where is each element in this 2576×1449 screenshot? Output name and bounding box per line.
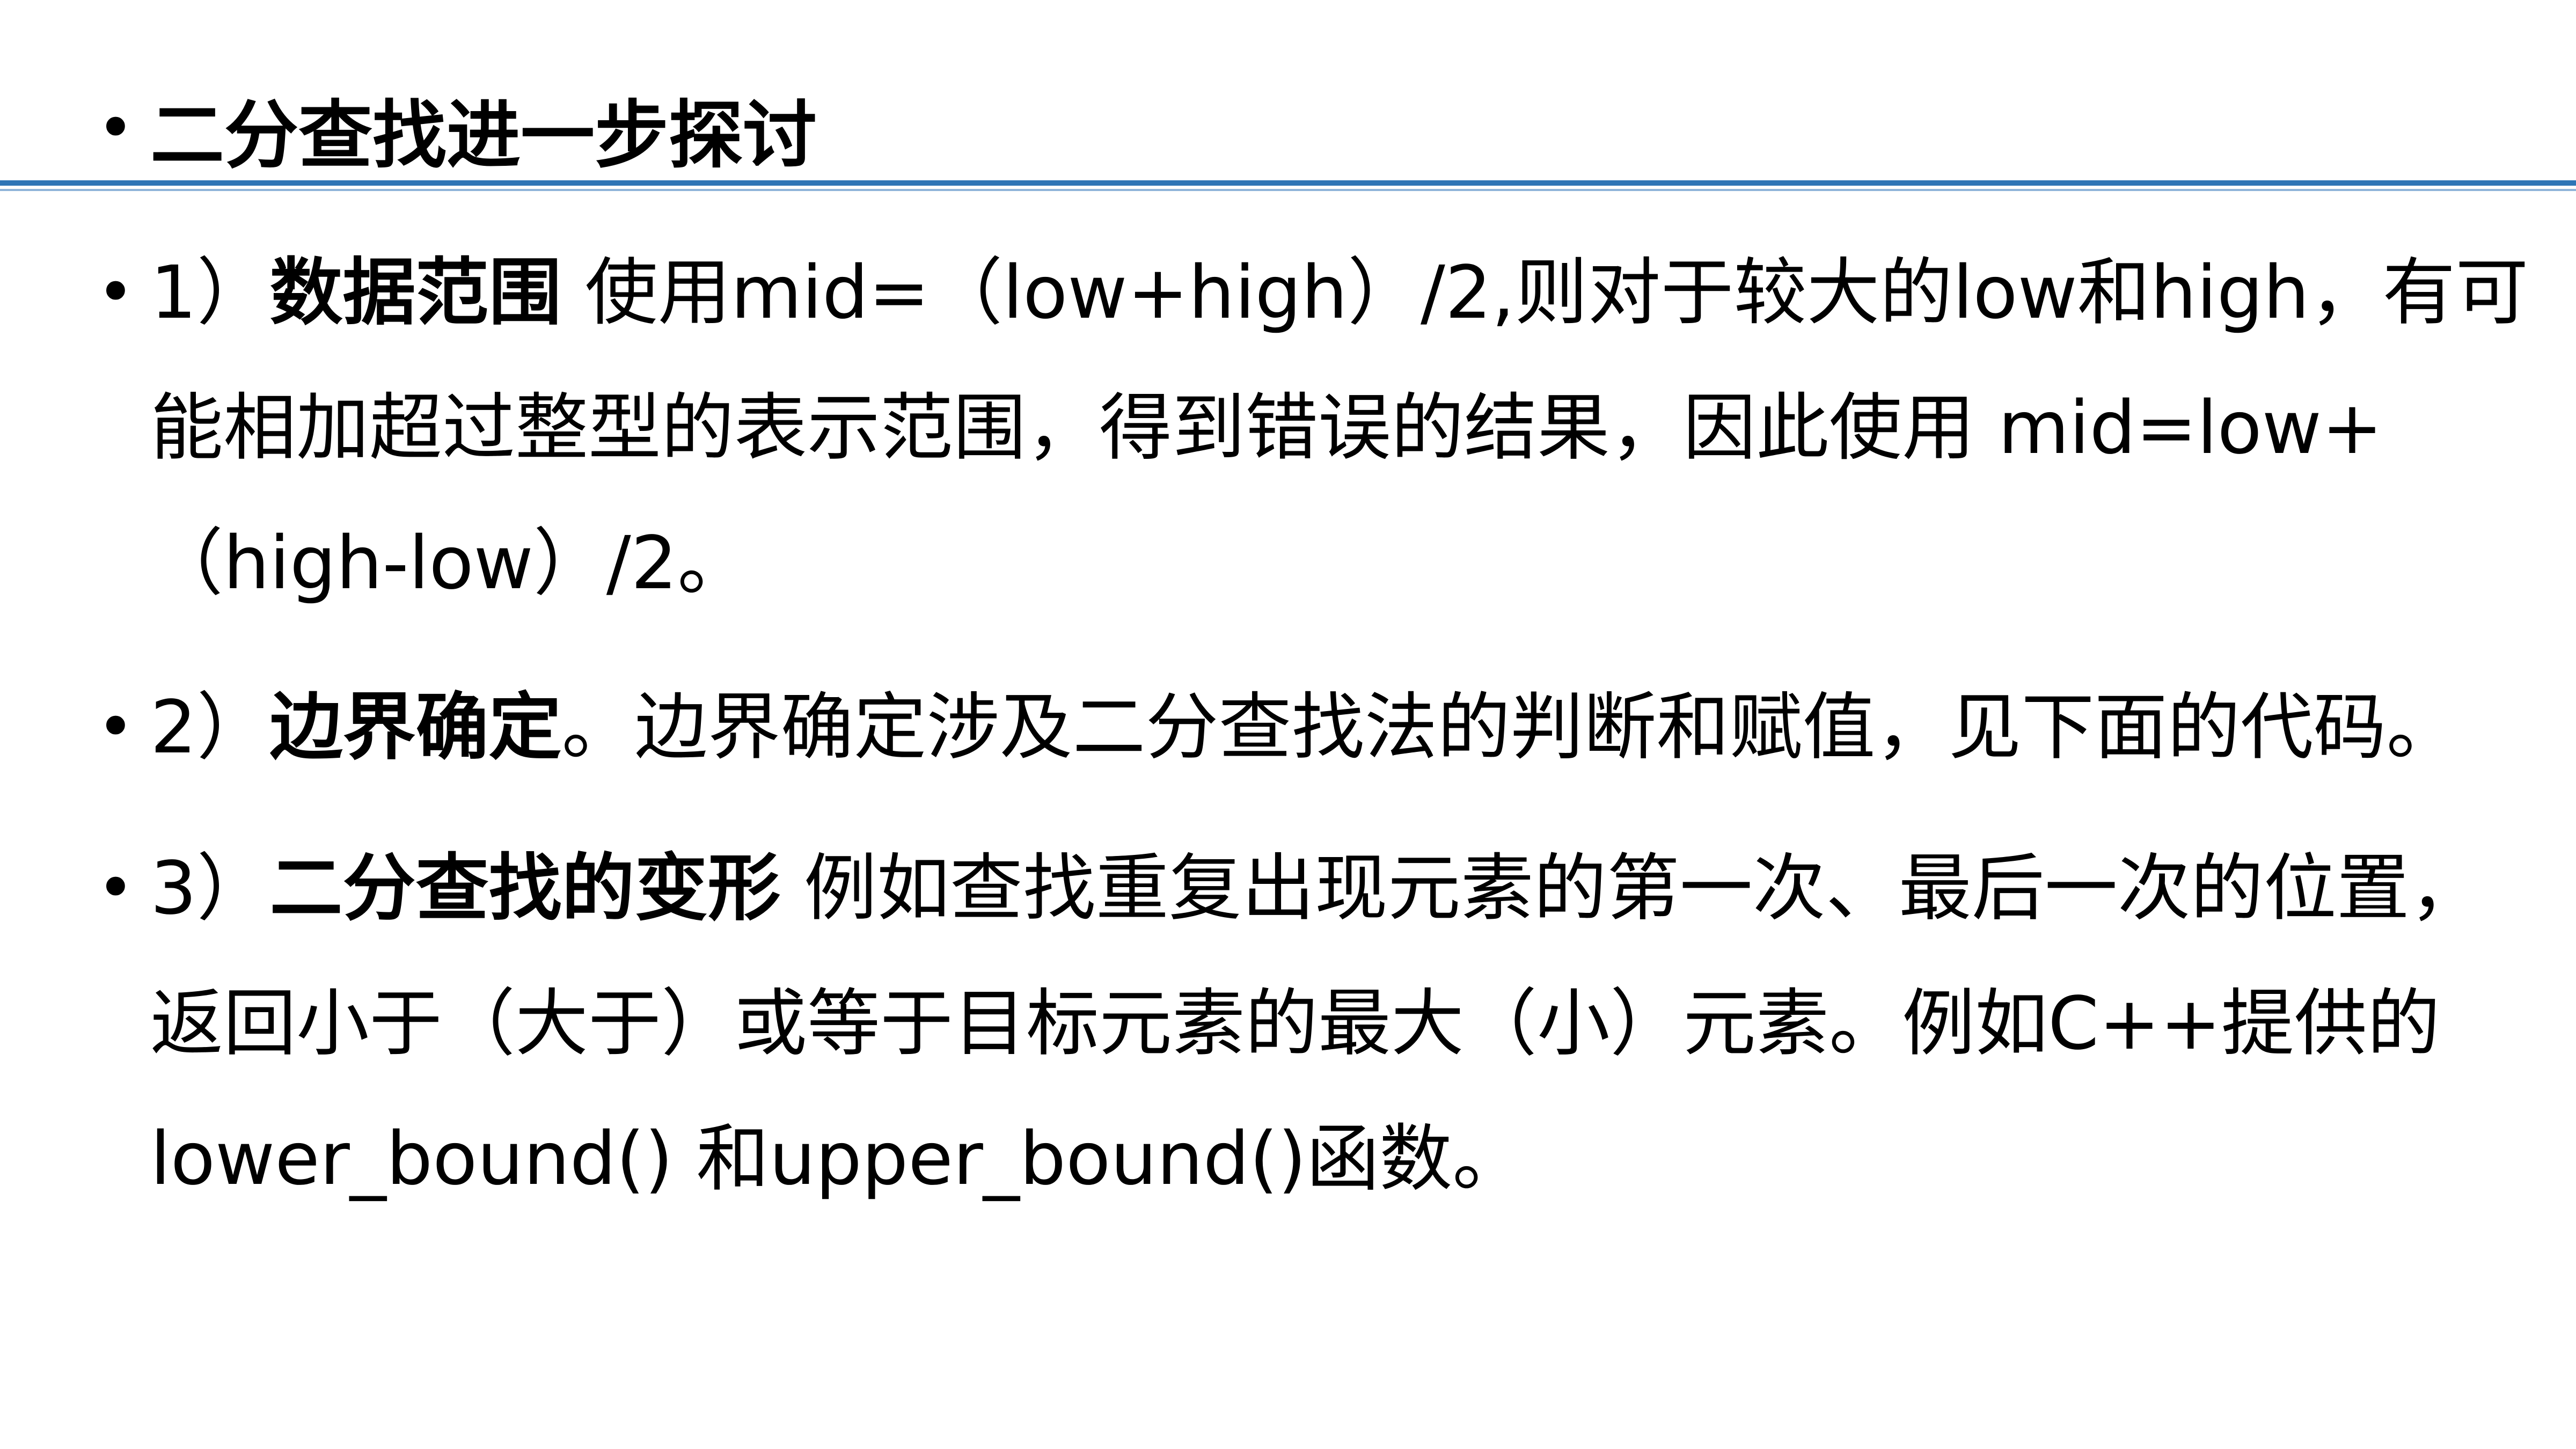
item-prefix: 1） <box>150 251 270 335</box>
title-bullet: • <box>97 91 135 166</box>
item-bullet: • <box>97 851 135 926</box>
item-bullet: • <box>97 690 135 765</box>
item-text: 例如查找重复出现元素的第一次、最后一次的位置， <box>780 846 2483 931</box>
item-line: 2）边界确定。边界确定涉及二分查找法的判断和赋值，见下面的代码。 <box>150 660 2565 795</box>
bullet-item-variants: • 3）二分查找的变形 例如查找重复出现元素的第一次、最后一次的位置， 返回小于… <box>97 821 2565 1227</box>
item-prefix: 3） <box>150 846 270 931</box>
slide: • 二分查找进一步探讨 • 1）数据范围 使用mid=（low+high）/2,… <box>0 0 2576 1449</box>
item-line: 返回小于（大于）或等于目标元素的最大（小）元素。例如C++提供的 <box>150 982 2440 1066</box>
item-keyword: 数据范围 <box>269 251 562 335</box>
item-keyword: 边界确定 <box>269 685 562 770</box>
item-body: 3）二分查找的变形 例如查找重复出现元素的第一次、最后一次的位置， 返回小于（大… <box>150 821 2565 1227</box>
item-text: 。边界确定涉及二分查找法的判断和赋值，见下面的代码。 <box>561 685 2460 770</box>
item-text: 使用mid=（low+high）/2,则对于较大的low和high，有可 <box>561 251 2529 335</box>
bullet-item-boundary: • 2）边界确定。边界确定涉及二分查找法的判断和赋值，见下面的代码。 <box>97 660 2565 795</box>
item-line: 能相加超过整型的表示范围，得到错误的结果，因此使用 mid=low+ <box>150 386 2383 471</box>
slide-title-row: • 二分查找进一步探讨 <box>97 80 817 179</box>
item-bullet: • <box>97 255 135 330</box>
slide-title: 二分查找进一步探讨 <box>150 92 817 179</box>
item-body: 2）边界确定。边界确定涉及二分查找法的判断和赋值，见下面的代码。 <box>150 660 2565 795</box>
bullet-item-data-range: • 1）数据范围 使用mid=（low+high）/2,则对于较大的low和hi… <box>97 225 2565 631</box>
item-line: lower_bound() 和upper_bound()函数。 <box>150 1117 1526 1202</box>
item-keyword: 二分查找的变形 <box>269 846 781 931</box>
item-prefix: 2） <box>150 685 270 770</box>
item-line: （high-low）/2。 <box>150 521 751 606</box>
item-line: 3）二分查找的变形 例如查找重复出现元素的第一次、最后一次的位置， <box>150 821 2565 956</box>
title-divider <box>0 180 2576 186</box>
title-divider-secondary <box>0 189 2576 191</box>
item-body: 1）数据范围 使用mid=（low+high）/2,则对于较大的low和high… <box>150 225 2565 631</box>
item-line: 1）数据范围 使用mid=（low+high）/2,则对于较大的low和high… <box>150 225 2565 361</box>
